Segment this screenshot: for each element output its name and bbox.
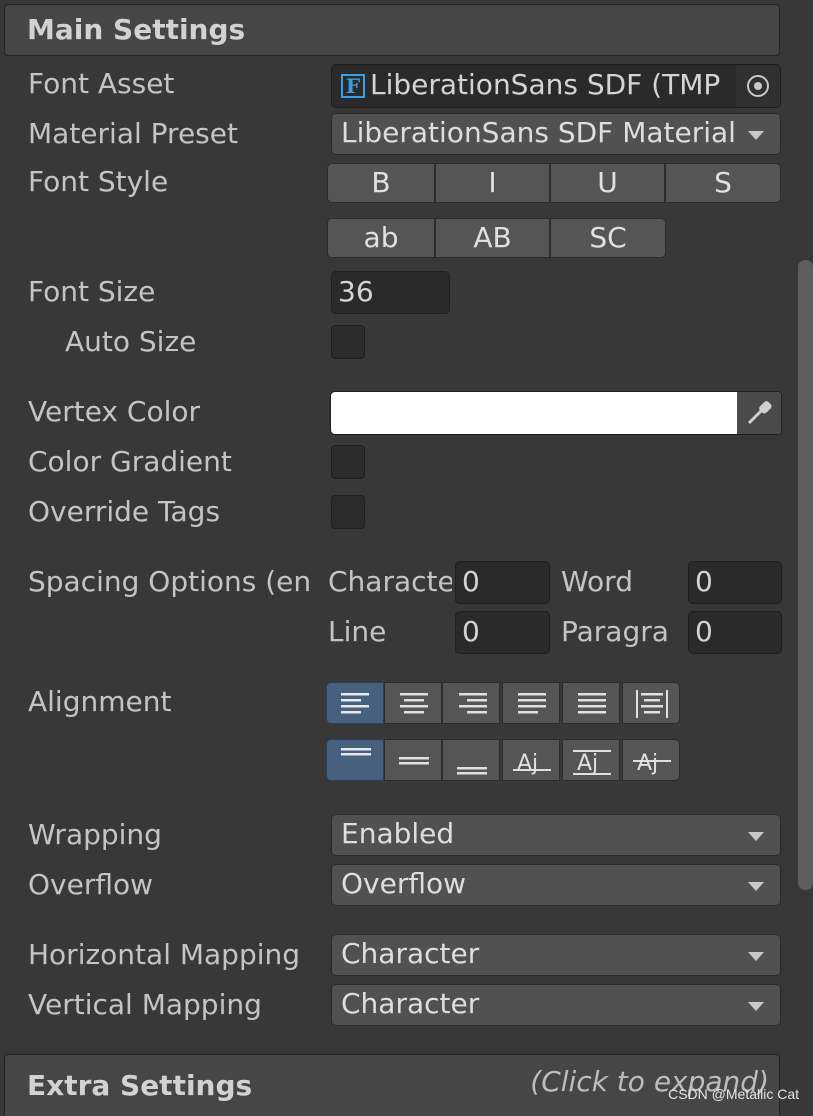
font-size-value: 36 — [338, 275, 374, 308]
character-spacing-label: Characte — [328, 565, 452, 598]
override-tags-checkbox[interactable] — [331, 495, 365, 529]
object-picker-icon — [747, 75, 769, 97]
align-right-icon — [459, 693, 487, 714]
align-geo-icon — [636, 690, 668, 718]
font-style-lowercase-button[interactable]: ab — [327, 218, 435, 258]
align-capline-icon: Aj — [633, 751, 671, 776]
line-spacing-input[interactable]: 0 — [455, 611, 550, 654]
wrapping-dropdown[interactable]: Enabled — [331, 814, 781, 856]
main-settings-title: Main Settings — [27, 13, 246, 46]
align-baseline-button[interactable]: Aj — [502, 739, 560, 781]
chevron-down-icon — [748, 952, 764, 961]
align-top-button[interactable] — [326, 739, 384, 781]
horizontal-mapping-label: Horizontal Mapping — [28, 938, 301, 971]
align-top-icon — [341, 748, 371, 756]
font-style-uppercase-button[interactable]: AB — [435, 218, 550, 258]
align-flush-button[interactable] — [562, 682, 620, 724]
vertex-color-label: Vertex Color — [28, 395, 201, 428]
vertical-mapping-label: Vertical Mapping — [28, 988, 262, 1021]
spacing-options-label: Spacing Options (en — [28, 565, 312, 598]
align-geometry-center-button[interactable] — [622, 682, 680, 724]
object-picker-button[interactable] — [736, 65, 780, 107]
align-left-icon — [341, 693, 369, 714]
material-preset-dropdown[interactable]: LiberationSans SDF Material — [331, 113, 781, 155]
font-asset-type-icon: F — [341, 74, 365, 98]
overflow-dropdown[interactable]: Overflow — [331, 864, 781, 906]
word-spacing-value: 0 — [695, 565, 713, 598]
character-spacing-input[interactable]: 0 — [455, 561, 550, 604]
color-gradient-checkbox[interactable] — [331, 445, 365, 479]
material-preset-value: LiberationSans SDF Material — [341, 116, 736, 149]
character-spacing-value: 0 — [462, 565, 480, 598]
override-tags-label: Override Tags — [28, 495, 221, 528]
overflow-label: Overflow — [28, 868, 154, 901]
vertex-color-field[interactable] — [330, 391, 782, 435]
auto-size-label: Auto Size — [65, 325, 197, 358]
paragraph-spacing-label: Paragra — [561, 615, 669, 648]
chevron-down-icon — [748, 882, 764, 891]
extra-settings-header[interactable]: Extra Settings (Click to expand) — [4, 1054, 780, 1116]
align-justify-button[interactable] — [502, 682, 560, 724]
align-center-button[interactable] — [384, 682, 442, 724]
chevron-down-icon — [748, 131, 764, 140]
font-style-bold-button[interactable]: B — [327, 163, 435, 203]
watermark: CSDN @Metallic Cat — [668, 1086, 799, 1102]
align-left-button[interactable] — [326, 682, 384, 724]
svg-text:Aj: Aj — [637, 751, 658, 776]
auto-size-checkbox[interactable] — [331, 325, 365, 359]
align-flush-icon — [578, 693, 606, 714]
chevron-down-icon — [748, 832, 764, 841]
font-style-strikethrough-button[interactable]: S — [665, 163, 781, 203]
vertical-mapping-dropdown[interactable]: Character — [331, 984, 781, 1026]
align-bottom-button[interactable] — [442, 739, 500, 781]
main-settings-header[interactable]: Main Settings — [4, 4, 780, 56]
font-asset-value: LiberationSans SDF (TMP — [370, 68, 721, 101]
font-size-label: Font Size — [28, 275, 156, 308]
wrapping-label: Wrapping — [28, 818, 162, 851]
color-gradient-label: Color Gradient — [28, 445, 232, 478]
vertical-mapping-value: Character — [341, 987, 480, 1020]
align-bottom-icon — [457, 767, 487, 775]
wrapping-value: Enabled — [341, 817, 455, 850]
overflow-value: Overflow — [341, 867, 467, 900]
scrollbar-thumb[interactable] — [798, 260, 813, 890]
font-asset-label: Font Asset — [28, 67, 175, 100]
font-style-italic-button[interactable]: I — [435, 163, 550, 203]
horizontal-mapping-dropdown[interactable]: Character — [331, 934, 781, 976]
align-middle-button[interactable] — [384, 739, 442, 781]
eyedropper-button[interactable] — [737, 392, 781, 434]
font-size-input[interactable]: 36 — [331, 271, 450, 314]
line-spacing-value: 0 — [462, 615, 480, 648]
extra-settings-title: Extra Settings — [27, 1069, 253, 1102]
align-midline-icon: Aj — [573, 750, 611, 776]
word-spacing-input[interactable]: 0 — [688, 561, 782, 604]
align-baseline-icon: Aj — [513, 751, 551, 776]
eyedropper-icon — [747, 401, 772, 425]
chevron-down-icon — [748, 1002, 764, 1011]
paragraph-spacing-value: 0 — [695, 615, 713, 648]
align-middle-icon — [399, 757, 429, 765]
font-style-underline-button[interactable]: U — [550, 163, 665, 203]
line-spacing-label: Line — [328, 615, 387, 648]
align-justify-icon — [518, 693, 546, 714]
align-center-icon — [400, 693, 428, 714]
horizontal-mapping-value: Character — [341, 937, 480, 970]
align-midline-button[interactable]: Aj — [562, 739, 620, 781]
paragraph-spacing-input[interactable]: 0 — [688, 611, 782, 654]
material-preset-label: Material Preset — [28, 117, 238, 150]
svg-text:Aj: Aj — [577, 751, 598, 776]
svg-text:Aj: Aj — [517, 751, 538, 776]
font-asset-field[interactable]: F LiberationSans SDF (TMP — [331, 64, 781, 108]
word-spacing-label: Word — [561, 565, 633, 598]
font-style-label: Font Style — [28, 165, 169, 198]
alignment-label: Alignment — [28, 685, 172, 718]
font-style-smallcaps-button[interactable]: SC — [550, 218, 666, 258]
align-right-button[interactable] — [442, 682, 500, 724]
align-capline-button[interactable]: Aj — [622, 739, 680, 781]
